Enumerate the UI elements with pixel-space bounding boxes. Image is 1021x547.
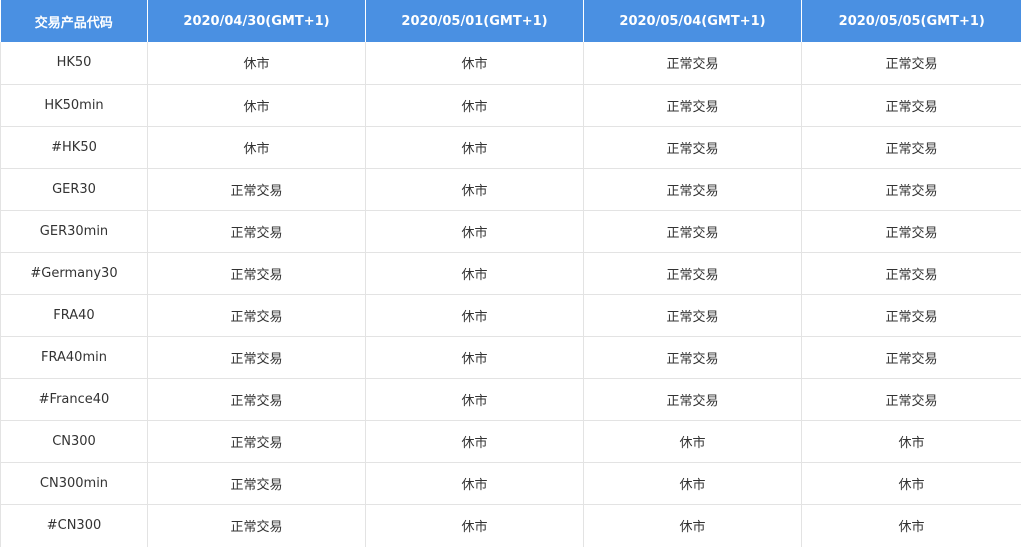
product-code-cell: #CN300 — [0, 504, 148, 547]
table-header: 交易产品代码 2020/04/30(GMT+1) 2020/05/01(GMT+… — [0, 0, 1021, 42]
status-cell: 正常交易 — [801, 168, 1021, 211]
header-date-0505: 2020/05/05(GMT+1) — [801, 0, 1021, 42]
status-cell: 正常交易 — [147, 252, 366, 295]
product-code-cell: CN300 — [0, 420, 148, 463]
status-cell: 正常交易 — [801, 126, 1021, 169]
status-cell: 正常交易 — [801, 252, 1021, 295]
table-row: GER30 正常交易 休市 正常交易 正常交易 — [0, 168, 1021, 211]
table-row: FRA40min 正常交易 休市 正常交易 正常交易 — [0, 336, 1021, 379]
status-cell: 休市 — [365, 462, 584, 505]
header-date-0501: 2020/05/01(GMT+1) — [365, 0, 584, 42]
product-code-cell: FRA40 — [0, 294, 148, 337]
product-code-cell: FRA40min — [0, 336, 148, 379]
table-row: CN300 正常交易 休市 休市 休市 — [0, 420, 1021, 463]
status-cell: 正常交易 — [801, 378, 1021, 421]
status-cell: 正常交易 — [147, 378, 366, 421]
status-cell: 正常交易 — [147, 210, 366, 253]
status-cell: 正常交易 — [147, 462, 366, 505]
product-code-cell: HK50min — [0, 84, 148, 127]
status-cell: 休市 — [365, 126, 584, 169]
status-cell: 正常交易 — [147, 504, 366, 547]
status-cell: 休市 — [365, 378, 584, 421]
status-cell: 正常交易 — [583, 378, 802, 421]
table-row: GER30min 正常交易 休市 正常交易 正常交易 — [0, 210, 1021, 253]
status-cell: 正常交易 — [147, 420, 366, 463]
status-cell: 休市 — [365, 42, 584, 85]
status-cell: 正常交易 — [147, 294, 366, 337]
table-row: CN300min 正常交易 休市 休市 休市 — [0, 462, 1021, 505]
table-row: HK50min 休市 休市 正常交易 正常交易 — [0, 84, 1021, 127]
status-cell: 正常交易 — [801, 210, 1021, 253]
product-code-cell: GER30min — [0, 210, 148, 253]
product-code-cell: GER30 — [0, 168, 148, 211]
status-cell: 正常交易 — [801, 42, 1021, 85]
status-cell: 正常交易 — [583, 42, 802, 85]
status-cell: 正常交易 — [147, 168, 366, 211]
product-code-cell: #France40 — [0, 378, 148, 421]
table-row: #HK50 休市 休市 正常交易 正常交易 — [0, 126, 1021, 169]
status-cell: 正常交易 — [583, 252, 802, 295]
product-code-cell: HK50 — [0, 42, 148, 85]
header-row: 交易产品代码 2020/04/30(GMT+1) 2020/05/01(GMT+… — [0, 0, 1021, 42]
status-cell: 正常交易 — [801, 336, 1021, 379]
status-cell: 正常交易 — [801, 84, 1021, 127]
table-row: HK50 休市 休市 正常交易 正常交易 — [0, 42, 1021, 85]
header-product-code: 交易产品代码 — [0, 0, 148, 42]
status-cell: 正常交易 — [801, 294, 1021, 337]
status-cell: 休市 — [365, 210, 584, 253]
status-cell: 休市 — [583, 462, 802, 505]
status-cell: 休市 — [365, 336, 584, 379]
status-cell: 休市 — [147, 42, 366, 85]
table-row: #France40 正常交易 休市 正常交易 正常交易 — [0, 378, 1021, 421]
status-cell: 休市 — [365, 504, 584, 547]
status-cell: 正常交易 — [583, 210, 802, 253]
status-cell: 休市 — [147, 126, 366, 169]
status-cell: 正常交易 — [583, 168, 802, 211]
header-date-0430: 2020/04/30(GMT+1) — [147, 0, 366, 42]
status-cell: 休市 — [365, 84, 584, 127]
trading-schedule-table: 交易产品代码 2020/04/30(GMT+1) 2020/05/01(GMT+… — [0, 0, 1021, 547]
status-cell: 休市 — [365, 420, 584, 463]
status-cell: 休市 — [801, 504, 1021, 547]
status-cell: 正常交易 — [147, 336, 366, 379]
table-body: HK50 休市 休市 正常交易 正常交易 HK50min 休市 休市 正常交易 … — [0, 42, 1021, 547]
status-cell: 正常交易 — [583, 126, 802, 169]
table-row: #CN300 正常交易 休市 休市 休市 — [0, 504, 1021, 547]
status-cell: 休市 — [583, 504, 802, 547]
status-cell: 休市 — [801, 462, 1021, 505]
status-cell: 休市 — [365, 294, 584, 337]
status-cell: 休市 — [365, 168, 584, 211]
status-cell: 休市 — [365, 252, 584, 295]
status-cell: 正常交易 — [583, 294, 802, 337]
status-cell: 正常交易 — [583, 84, 802, 127]
product-code-cell: #Germany30 — [0, 252, 148, 295]
header-date-0504: 2020/05/04(GMT+1) — [583, 0, 802, 42]
table-row: #Germany30 正常交易 休市 正常交易 正常交易 — [0, 252, 1021, 295]
status-cell: 休市 — [147, 84, 366, 127]
status-cell: 休市 — [583, 420, 802, 463]
product-code-cell: CN300min — [0, 462, 148, 505]
status-cell: 休市 — [801, 420, 1021, 463]
status-cell: 正常交易 — [583, 336, 802, 379]
product-code-cell: #HK50 — [0, 126, 148, 169]
table-row: FRA40 正常交易 休市 正常交易 正常交易 — [0, 294, 1021, 337]
